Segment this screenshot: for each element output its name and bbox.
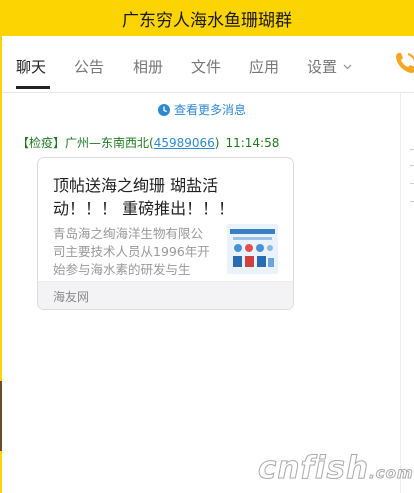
tab-chat[interactable]: 聊天 xyxy=(16,56,46,77)
card-description: 青岛海之绚海洋生物有限公司主要技术人员从1996年开始参与海水素的研发与生产,.… xyxy=(53,226,210,277)
view-more-messages-label: 查看更多消息 xyxy=(174,103,247,117)
tab-settings[interactable]: 设置 xyxy=(307,56,352,77)
tab-apps[interactable]: 应用 xyxy=(249,56,279,77)
card-title: 顶帖送海之绚珊 瑚盐活动！！！ 重磅推出！！！ xyxy=(53,176,235,218)
side-panel-mark xyxy=(410,149,414,150)
tab-album[interactable]: 相册 xyxy=(133,56,163,77)
clock-icon xyxy=(158,103,170,116)
tab-announcements[interactable]: 公告 xyxy=(74,56,104,77)
side-panel-mark xyxy=(410,165,414,166)
left-edge-strip xyxy=(0,36,2,493)
left-edge-dark-segment xyxy=(0,381,2,451)
sender-name-suffix: ) xyxy=(214,136,220,150)
view-more-messages-link[interactable]: 查看更多消息 xyxy=(158,101,246,118)
watermark-text: cnfish xyxy=(257,450,370,487)
chevron-down-icon xyxy=(343,64,352,69)
side-panel-mark xyxy=(410,183,414,184)
message-time: 11:14:58 xyxy=(225,136,280,150)
side-panel-mark xyxy=(410,201,414,202)
message-sender-line: 【检疫】广州—东南西北(45989066) 11:14:58 xyxy=(17,134,279,151)
watermark-logo: cnfish.com xyxy=(257,450,414,487)
tab-settings-label: 设置 xyxy=(307,58,338,76)
tab-bar: 聊天 公告 相册 文件 应用 设置 xyxy=(2,36,414,93)
card-thumbnail xyxy=(227,224,278,274)
shared-link-card[interactable]: 顶帖送海之绚珊 瑚盐活动！！！ 重磅推出！！！ 青岛海之绚海洋生物有限公司主要技… xyxy=(37,157,294,310)
watermark-suffix: .com xyxy=(369,464,414,483)
active-tab-indicator xyxy=(16,86,50,89)
title-bar: 广东穷人海水鱼珊瑚群 xyxy=(0,0,414,36)
sender-name: 【检疫】广州—东南西北( xyxy=(17,136,154,150)
phone-icon[interactable] xyxy=(393,50,414,76)
side-panel xyxy=(400,93,414,493)
card-source: 海友网 xyxy=(53,290,90,304)
tab-files[interactable]: 文件 xyxy=(191,56,221,77)
card-footer: 海友网 xyxy=(38,281,293,309)
window-title: 广东穷人海水鱼珊瑚群 xyxy=(122,10,292,31)
sender-qq-link[interactable]: 45989066 xyxy=(154,136,215,150)
card-thumbnail-image xyxy=(227,224,278,274)
